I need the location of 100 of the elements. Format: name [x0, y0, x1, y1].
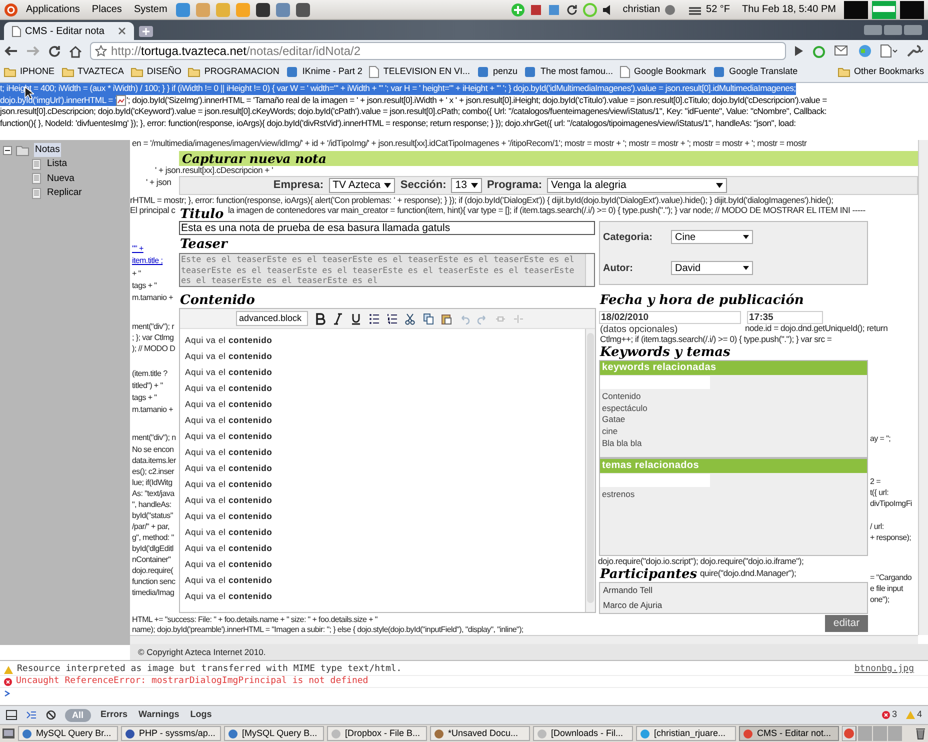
tree-item[interactable]: Notas	[34, 142, 61, 158]
app-icon[interactable]	[228, 728, 238, 738]
dock-icon[interactable]	[6, 710, 17, 720]
panel-menu[interactable]: Places	[88, 2, 126, 17]
panel-menu[interactable]: System	[130, 2, 172, 17]
bookmark[interactable]: Other Bookmarks	[838, 65, 924, 79]
filter-tab[interactable]: Errors	[100, 708, 129, 722]
app-icon[interactable]	[434, 728, 444, 738]
caret-icon[interactable]	[716, 183, 723, 188]
taskbar-button[interactable]: CMS - Editar not...	[739, 726, 839, 741]
taskbar-button[interactable]: [MySQL Query B...	[224, 726, 324, 741]
select-field[interactable]: 13	[451, 178, 482, 193]
prompt-icon[interactable]	[4, 690, 10, 697]
bookmark[interactable]: TVAZTECA	[62, 65, 124, 79]
bookmark[interactable]: Google Bookmark	[620, 65, 706, 79]
underline-icon[interactable]	[351, 312, 362, 324]
participant-item[interactable]: Marco de Ajuria	[603, 599, 864, 612]
bookmark[interactable]: penzu	[476, 65, 518, 79]
document-icon[interactable]	[32, 158, 41, 170]
site-icon[interactable]	[713, 66, 726, 78]
page-menu-icon[interactable]	[880, 44, 898, 58]
bookmark[interactable]: IPHONE	[4, 65, 55, 79]
site-icon[interactable]	[476, 66, 489, 78]
temperature[interactable]: 52 °F	[706, 2, 730, 17]
folder-icon[interactable]	[188, 67, 200, 77]
select-field[interactable]: Venga la alegria	[547, 178, 727, 193]
keyword-input[interactable]	[600, 474, 710, 487]
app-icon[interactable]	[743, 728, 753, 738]
back-icon[interactable]	[4, 45, 18, 57]
refresh-icon[interactable]	[564, 2, 579, 16]
copy-icon[interactable]	[423, 312, 434, 324]
bookmark[interactable]: PROGRAMACION	[188, 65, 280, 79]
keyword-item[interactable]: estrenos	[602, 489, 867, 501]
launcher-icon[interactable]	[295, 2, 312, 18]
new-tab-icon[interactable]	[138, 24, 154, 38]
tree-item[interactable]: Lista	[47, 157, 68, 172]
status-icon[interactable]	[664, 4, 676, 16]
page-icon[interactable]	[369, 66, 380, 78]
home-icon[interactable]	[69, 44, 82, 58]
page-icon[interactable]	[620, 66, 630, 78]
tree-item[interactable]: Replicar	[47, 186, 82, 200]
scrollbar-thumb[interactable]	[587, 333, 594, 603]
caret-icon[interactable]	[743, 235, 749, 239]
address-bar[interactable]: http://tortuga.tvazteca.net/notas/editar/idNota/2	[90, 42, 786, 60]
bookmark[interactable]: Google Translate	[713, 65, 798, 79]
collapse-icon[interactable]	[3, 146, 12, 154]
caret-icon[interactable]	[470, 183, 478, 188]
keyword-item[interactable]: espectáculo	[602, 402, 867, 414]
app-icon[interactable]	[640, 728, 650, 738]
format-select[interactable]: advanced.block	[236, 311, 308, 326]
taskbar-button[interactable]: PHP - syssms/ap...	[121, 726, 221, 741]
plus-icon[interactable]	[510, 2, 525, 16]
keyword-item[interactable]: Contenido	[602, 391, 867, 403]
bookmark[interactable]: IKnime - Part 2	[286, 65, 362, 79]
taskbar-button[interactable]: *Unsaved Docu...	[430, 726, 530, 741]
page-icon[interactable]	[12, 26, 21, 36]
bookmark[interactable]: DISEÑO	[130, 65, 182, 79]
time-input[interactable]: 17:35	[747, 311, 823, 324]
error-icon[interactable]	[882, 711, 890, 719]
paste-icon[interactable]	[441, 312, 452, 324]
bullet-list-icon[interactable]	[369, 312, 380, 324]
user-name[interactable]: christian	[622, 2, 660, 17]
italic-icon[interactable]	[333, 312, 344, 324]
site-icon[interactable]	[286, 66, 298, 78]
select-field[interactable]: Cine	[671, 230, 753, 244]
keyword-input[interactable]	[600, 376, 710, 389]
filter-tab[interactable]: Logs	[189, 708, 213, 722]
keyword-item[interactable]: Bla bla bla	[602, 438, 867, 450]
document-icon[interactable]	[32, 188, 41, 199]
filter-tab[interactable]: Warnings	[138, 708, 180, 722]
go-icon[interactable]	[794, 46, 804, 56]
bold-icon[interactable]	[315, 312, 326, 324]
keyword-item[interactable]: Gatae	[602, 414, 867, 426]
numbered-list-icon[interactable]	[387, 312, 398, 324]
taskbar-button[interactable]: [Downloads - Fil...	[533, 726, 633, 741]
edit-button[interactable]: editar	[825, 615, 868, 632]
folder-icon[interactable]	[130, 67, 143, 77]
bookmark[interactable]: The most famou...	[524, 65, 614, 79]
site-icon[interactable]	[524, 66, 536, 78]
error-icon[interactable]	[4, 678, 12, 686]
folder-icon[interactable]	[838, 67, 850, 77]
console-icon[interactable]	[26, 710, 37, 720]
title-input[interactable]: Esta es una nota de prueba de esa basura llamada gatuls	[179, 221, 595, 235]
close-icon[interactable]	[118, 27, 126, 35]
taskbar-button[interactable]: [christian_rjuare...	[636, 726, 736, 741]
folder-icon[interactable]	[4, 67, 16, 77]
clear-icon[interactable]	[46, 710, 56, 720]
app-icon[interactable]	[22, 728, 32, 738]
folder-icon[interactable]	[62, 67, 74, 77]
bookmark[interactable]: TELEVISION EN VI...	[369, 65, 470, 79]
launcher-icon[interactable]	[255, 2, 272, 18]
show-desktop-icon[interactable]	[2, 727, 15, 740]
taskbar-button[interactable]: MySQL Query Br...	[18, 726, 118, 741]
source-link[interactable]: btnonbg.jpg	[854, 662, 924, 676]
date-input[interactable]: 18/02/2010	[599, 311, 741, 324]
keyword-item[interactable]: cine	[602, 426, 867, 438]
star-icon[interactable]	[95, 45, 107, 57]
broken-image-icon[interactable]	[116, 94, 126, 106]
app-icon[interactable]	[125, 728, 135, 738]
tree-item[interactable]: Nueva	[47, 172, 74, 186]
